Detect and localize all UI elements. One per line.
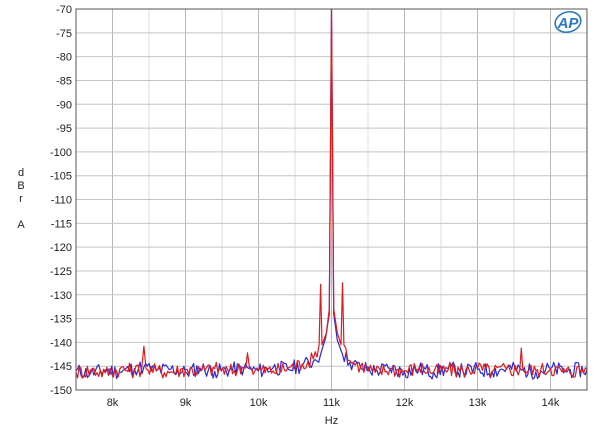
y-tick-label: -110 <box>51 195 72 207</box>
y-tick-label: -125 <box>50 266 72 278</box>
y-axis-label-char: d <box>18 167 24 179</box>
y-tick-label: -115 <box>51 218 72 230</box>
y-tick-label: -70 <box>56 4 72 16</box>
y-tick-label: -90 <box>56 99 72 111</box>
x-tick-label: 8k <box>107 397 119 409</box>
y-tick-label: -95 <box>56 123 72 135</box>
x-tick-label: 10k <box>250 397 268 409</box>
y-axis-label-char: A <box>17 219 25 231</box>
y-tick-label: -75 <box>56 28 72 40</box>
x-tick-label: 14k <box>542 397 560 409</box>
x-tick-label: 13k <box>469 397 487 409</box>
y-tick-label: -145 <box>50 361 72 373</box>
y-axis-label-char: r <box>19 193 23 205</box>
y-tick-label: -120 <box>50 242 72 254</box>
y-tick-label: -100 <box>50 147 72 159</box>
x-tick-label: 11k <box>323 397 340 409</box>
y-tick-label: -140 <box>50 337 72 349</box>
x-tick-label: 12k <box>396 397 414 409</box>
y-tick-label: -130 <box>50 290 72 302</box>
x-axis-label: Hz <box>325 415 338 427</box>
ap-logo-text: AP <box>557 15 580 32</box>
x-tick-label: 9k <box>180 397 192 409</box>
y-tick-label: -85 <box>56 75 72 87</box>
y-tick-label: -150 <box>50 385 72 397</box>
y-tick-label: -135 <box>50 314 72 326</box>
y-tick-label: -105 <box>50 171 72 183</box>
y-axis-label-char: B <box>17 180 24 192</box>
spectrum-chart: -70 -75 -80 -85 -90 -95 -100 -105 -110 -115 -120 -1… <box>0 0 600 432</box>
y-tick-label: -80 <box>56 52 72 64</box>
